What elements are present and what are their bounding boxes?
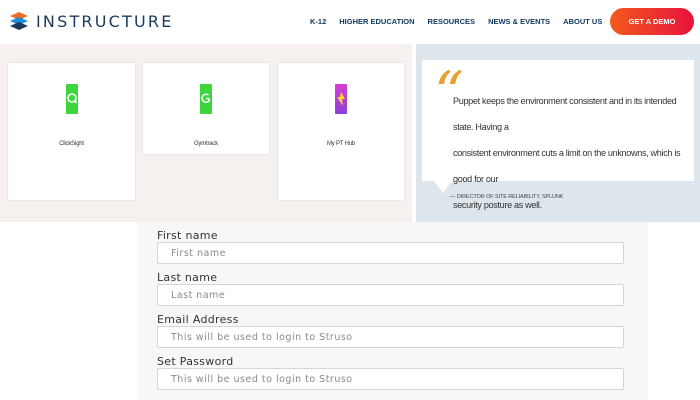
last-name-field[interactable] [157, 284, 624, 306]
my-pt-hub-icon [335, 84, 347, 119]
gymtrack-icon [200, 84, 212, 119]
quote-line: Puppet keeps the environment consistent … [453, 96, 677, 132]
app-tile-my-pt-hub[interactable]: My PT Hub [278, 63, 404, 200]
testimonial-author: — DIRECTOR OF SITE RELIABILITY, SPLUNK [450, 194, 564, 200]
signup-form: First name Last name Email Address Set P… [138, 222, 648, 400]
top-header: INSTRUCTURE K-12 HIGHER EDUCATION RESOUR… [0, 0, 700, 44]
first-name-label: First name [157, 229, 218, 242]
first-name-field[interactable] [157, 242, 624, 264]
app-tile-label: Gymtrack [193, 141, 219, 147]
clicksight-icon [65, 84, 78, 119]
app-tiles-section: ClickSight Gymtrack My PT Hub [0, 44, 412, 222]
app-tile-label: ClickSight [59, 141, 84, 147]
app-tile-label: My PT Hub [326, 141, 356, 147]
app-tile-clicksight[interactable]: ClickSight [8, 63, 135, 200]
testimonial-section: “ Puppet keeps the environment consisten… [416, 44, 700, 222]
nav-news-events[interactable]: NEWS & EVENTS [488, 17, 550, 26]
instructure-logo-icon [10, 12, 28, 30]
nav-higher-education[interactable]: HIGHER EDUCATION [339, 17, 414, 26]
instructure-logo[interactable]: INSTRUCTURE [9, 11, 174, 31]
testimonial-card: “ Puppet keeps the environment consisten… [422, 60, 694, 210]
main-nav: K-12 HIGHER EDUCATION RESOURCES NEWS & E… [310, 17, 615, 26]
nav-about-us[interactable]: ABOUT US [563, 17, 602, 26]
email-field[interactable] [157, 326, 624, 348]
email-label: Email Address [157, 313, 239, 326]
app-tile-gymtrack[interactable]: Gymtrack [143, 63, 269, 154]
quote-line: consistent environment cuts a limit on t… [453, 148, 681, 184]
nav-k12[interactable]: K-12 [310, 17, 326, 26]
password-field[interactable] [157, 368, 624, 390]
get-a-demo-button[interactable]: GET A DEMO [610, 8, 694, 35]
last-name-label: Last name [157, 271, 218, 284]
speech-bubble-tail [434, 181, 452, 193]
logo-text: INSTRUCTURE [36, 11, 174, 31]
password-label: Set Password [157, 355, 234, 368]
nav-resources[interactable]: RESOURCES [428, 17, 476, 26]
